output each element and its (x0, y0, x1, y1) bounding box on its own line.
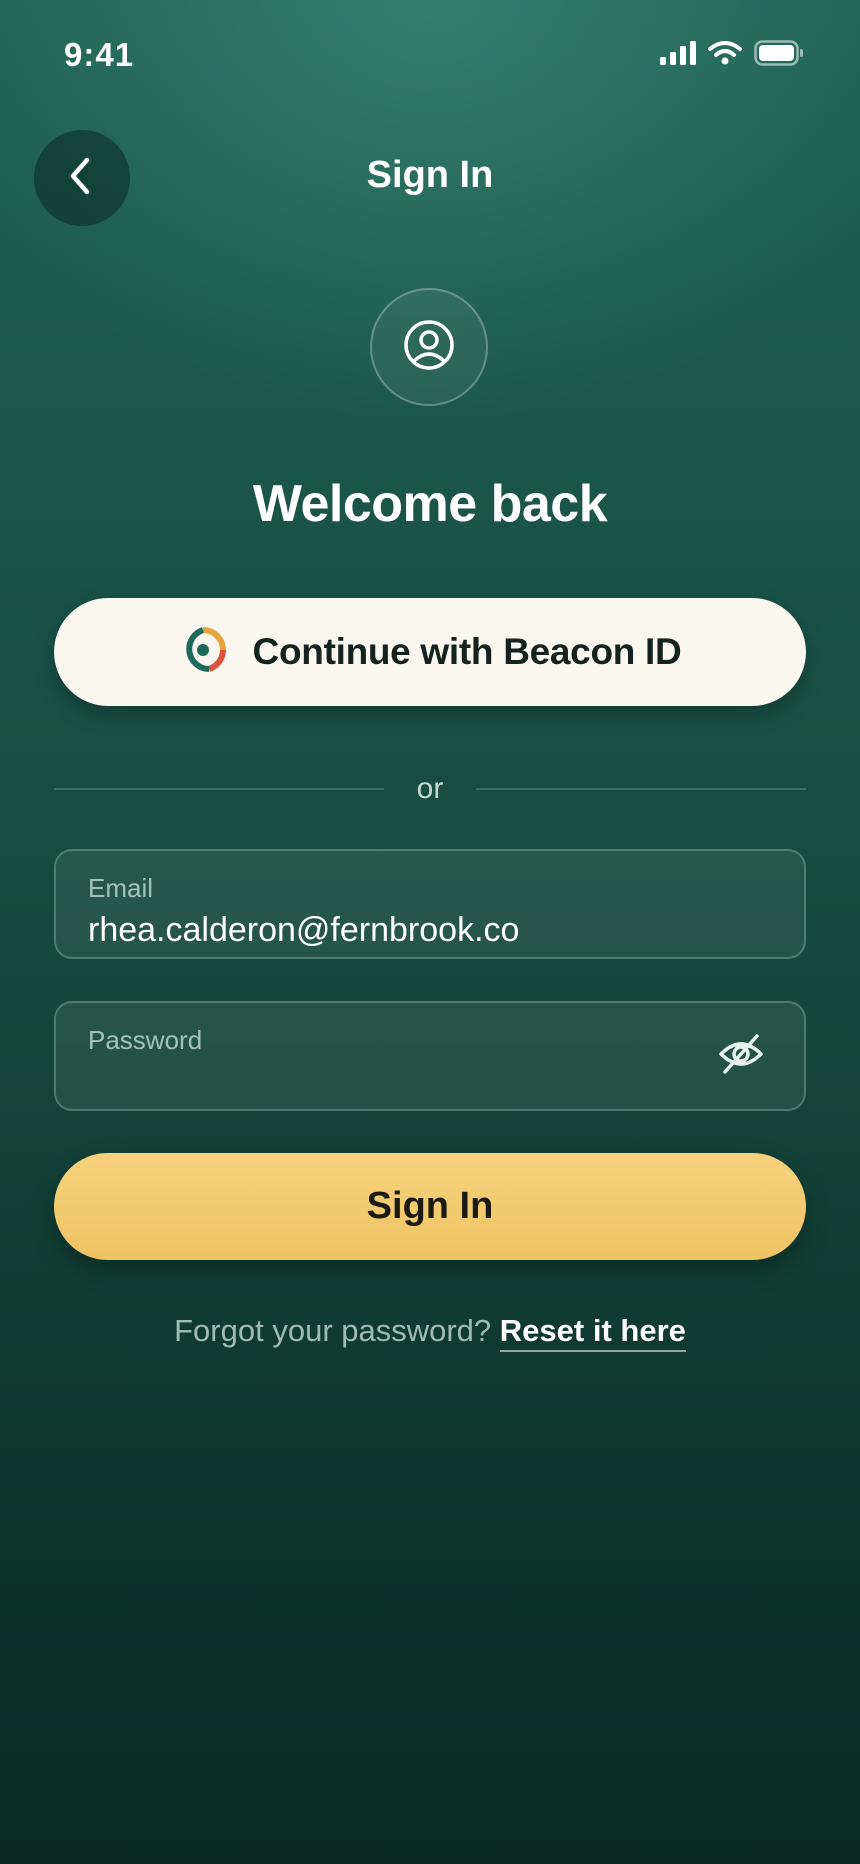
avatar (370, 288, 488, 406)
forgot-password-text: Forgot your password? (174, 1313, 492, 1348)
forgot-password-row: Forgot your password? Reset it here (0, 1313, 860, 1352)
sign-in-button-label: Sign In (366, 1185, 494, 1227)
password-visibility-toggle[interactable] (716, 1033, 766, 1079)
status-bar: 9:41 (0, 0, 860, 110)
page-title: Sign In (366, 154, 494, 196)
beacon-button-label: Continue with Beacon ID (252, 631, 682, 672)
email-value[interactable]: rhea.calderon@fernbrook.co (88, 911, 519, 950)
email-label: Email (88, 873, 154, 903)
password-label: Password (88, 1025, 203, 1055)
email-field[interactable]: Email rhea.calderon@fernbrook.co (54, 849, 806, 959)
sign-in-button[interactable]: Sign In (54, 1153, 806, 1260)
cellular-signal-icon (660, 41, 696, 70)
wifi-icon (708, 41, 742, 70)
or-divider: or (54, 770, 806, 814)
continue-with-beacon-button[interactable]: Continue with Beacon ID (54, 598, 806, 706)
beacon-ring-logo-icon (179, 626, 227, 679)
divider-line-right (476, 788, 806, 790)
sign-in-screen: 9:41 Sign In Welcome back Continue with … (0, 0, 860, 1864)
welcome-heading: Welcome back (252, 475, 608, 533)
password-field[interactable]: Password (54, 1001, 806, 1111)
eye-off-icon (717, 1032, 765, 1081)
reset-password-link[interactable]: Reset it here (499, 1313, 686, 1352)
status-time: 9:41 (64, 36, 135, 73)
status-icons (660, 40, 804, 71)
battery-icon (754, 40, 804, 71)
user-circle-icon (403, 319, 455, 376)
